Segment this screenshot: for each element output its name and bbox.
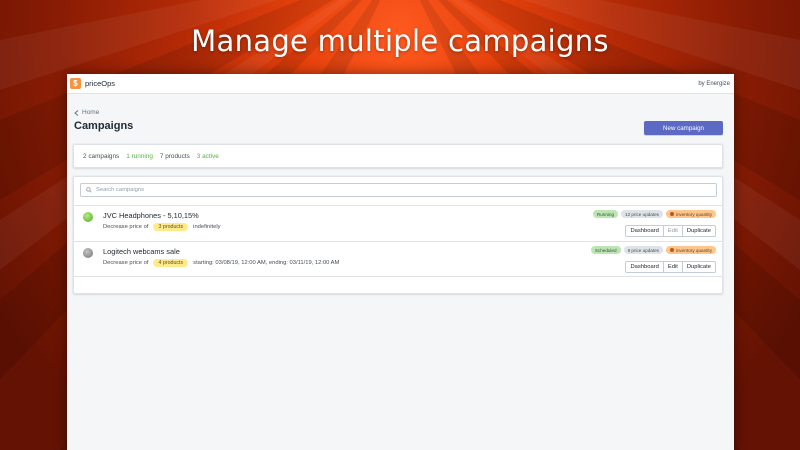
trigger-dot-icon xyxy=(669,248,674,252)
app-topbar: $ priceOps by Energize xyxy=(67,74,734,94)
page-headline: Manage multiple campaigns xyxy=(191,24,609,58)
by-line: by Energize xyxy=(698,80,730,87)
campaign-list-card: Search campaigns JVC Headphones - 5,10,1… xyxy=(73,176,723,294)
trigger-badge: inventory quantity xyxy=(665,210,716,218)
search-input[interactable]: Search campaigns xyxy=(80,183,717,197)
page-title: Campaigns xyxy=(74,120,134,132)
campaign-action-text: Decrease price of xyxy=(103,224,149,230)
app-window: $ priceOps by Energize Home Campaigns Ne… xyxy=(67,74,734,450)
status-running-icon xyxy=(83,212,93,222)
edit-button[interactable]: Edit xyxy=(662,225,683,237)
dashboard-button[interactable]: Dashboard xyxy=(625,225,664,237)
summary-active-count: 3 active xyxy=(196,152,219,160)
breadcrumb-home-link[interactable]: Home xyxy=(82,109,99,116)
edit-button[interactable]: Edit xyxy=(662,261,683,273)
trigger-badge-label: inventory quantity xyxy=(675,211,712,217)
search-icon xyxy=(86,187,92,193)
products-count-pill[interactable]: 4 products xyxy=(153,259,189,267)
campaign-actions: Dashboard Edit Duplicate xyxy=(625,225,716,237)
price-updates-badge: 12 price updates xyxy=(621,210,663,218)
duplicate-button[interactable]: Duplicate xyxy=(681,261,716,273)
campaign-badges: Scheduled 8 price updates inventory quan… xyxy=(590,246,716,254)
campaign-schedule: starting: 03/08/19, 12:00 AM, ending: 03… xyxy=(193,260,340,266)
breadcrumb[interactable]: Home xyxy=(74,109,99,116)
search-placeholder: Search campaigns xyxy=(96,187,145,193)
products-count-pill[interactable]: 3 products xyxy=(153,223,189,231)
status-scheduled-icon xyxy=(83,248,93,258)
summary-campaigns-count: 2 campaigns xyxy=(83,152,120,160)
app-logo-icon: $ xyxy=(70,78,81,89)
campaign-badges: Running 12 price updates inventory quant… xyxy=(592,210,716,218)
campaign-actions: Dashboard Edit Duplicate xyxy=(625,261,716,273)
campaign-title[interactable]: JVC Headphones - 5,10,15% xyxy=(103,211,199,220)
trigger-dot-icon xyxy=(669,212,674,216)
campaign-action-text: Decrease price of xyxy=(103,260,149,266)
campaign-details: Decrease price of 4 products starting: 0… xyxy=(103,259,339,267)
chevron-left-icon xyxy=(74,109,79,116)
dashboard-button[interactable]: Dashboard xyxy=(625,261,664,273)
campaign-schedule: indefinitely xyxy=(193,224,221,230)
campaign-summary-card: 2 campaigns 1 running 7 products 3 activ… xyxy=(73,144,723,168)
status-badge: Scheduled xyxy=(590,246,621,254)
new-campaign-button[interactable]: New campaign xyxy=(644,121,723,135)
campaign-details: Decrease price of 3 products indefinitel… xyxy=(103,223,221,231)
trigger-badge: inventory quantity xyxy=(665,246,716,254)
summary-running-count: 1 running xyxy=(126,152,153,160)
campaign-title[interactable]: Logitech webcams sale xyxy=(103,247,180,256)
campaign-row[interactable]: Logitech webcams sale Decrease price of … xyxy=(74,241,722,277)
campaign-row[interactable]: JVC Headphones - 5,10,15% Decrease price… xyxy=(74,205,722,241)
price-updates-badge: 8 price updates xyxy=(623,246,663,254)
app-name: priceOps xyxy=(85,79,116,88)
trigger-badge-label: inventory quantity xyxy=(675,247,712,253)
duplicate-button[interactable]: Duplicate xyxy=(681,225,716,237)
status-badge: Running xyxy=(592,210,619,218)
summary-products-count: 7 products xyxy=(159,152,190,160)
